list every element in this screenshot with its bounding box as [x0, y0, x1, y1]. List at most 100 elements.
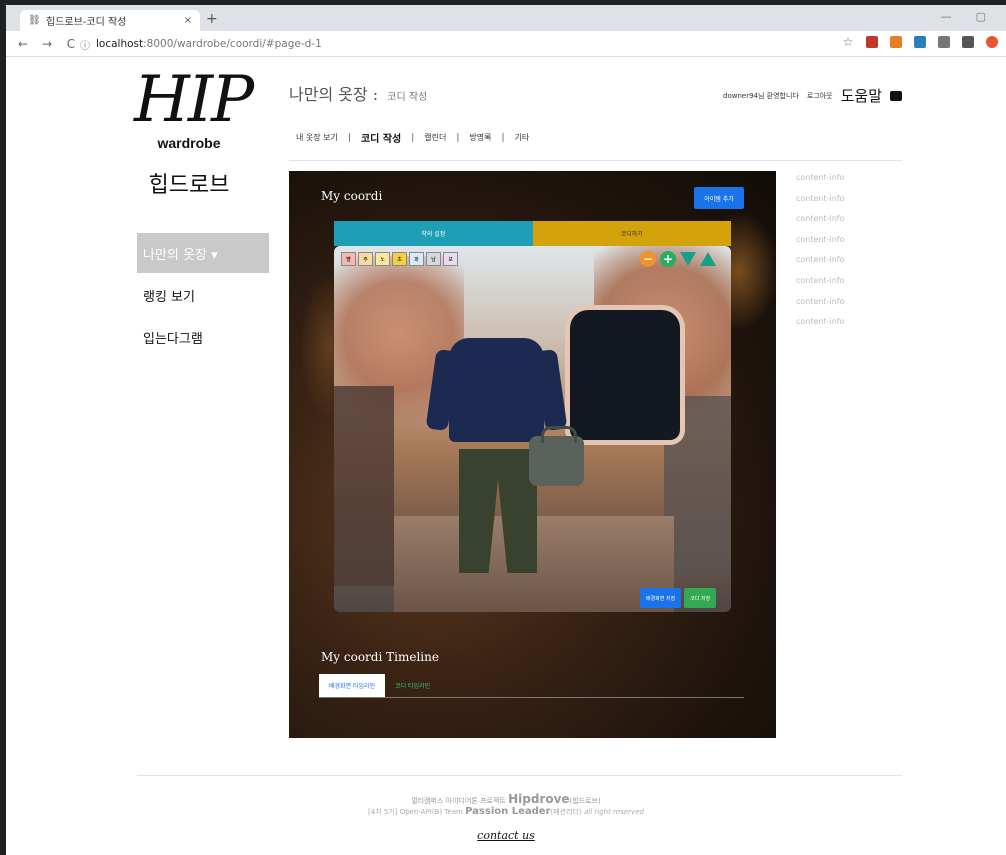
nav-separator: |	[347, 132, 351, 143]
color-filter-bar: 빨 주 노 초 파 남 보	[341, 252, 458, 266]
extension-orange-icon[interactable]	[890, 36, 902, 48]
nav-separator: |	[456, 132, 460, 143]
reload-button[interactable]: C	[64, 37, 78, 51]
leather-jacket-item[interactable]	[570, 310, 680, 440]
sidebar-item-ootd-gram[interactable]: 입는다그램	[137, 317, 269, 357]
save-coordi-button[interactable]: 코디 저장	[684, 588, 717, 608]
nav-calendar[interactable]: 캘린더	[424, 132, 446, 143]
content-info-item: content-info	[796, 296, 845, 306]
content-info-item: content-info	[796, 317, 845, 327]
tab-coordi-timeline[interactable]: 코디 타임라인	[385, 674, 440, 697]
content-info-list: content-info content-info content-info c…	[796, 173, 906, 338]
canvas-controls: − +	[640, 251, 716, 267]
footer-line-1: 멀티캠퍼스 아이디어톤 프로젝트 Hipdrove(힙드로브)	[6, 792, 1006, 806]
tab-title: 힙드로브-코디 작성	[46, 17, 127, 28]
hanger-icon: ⛓	[28, 14, 41, 26]
background-building	[334, 386, 394, 586]
nav-separator: |	[501, 132, 505, 143]
arrow-up-icon[interactable]	[700, 252, 716, 266]
nav-my-closet[interactable]: 내 옷장 보기	[296, 132, 338, 143]
bag-item[interactable]	[529, 426, 584, 486]
content-info-item: content-info	[796, 214, 845, 224]
page: HIP wardrobe 힙드로브 나만의 옷장 ▾ 랭킹 보기 입는다그램 나…	[6, 57, 1006, 855]
footer-rights: all right reserved	[583, 808, 644, 816]
maximize-icon[interactable]: ▢	[976, 10, 986, 23]
footer-brand-kr: (힙드로브)	[569, 797, 601, 805]
window-controls: — ▢	[941, 10, 986, 23]
header-divider	[289, 160, 902, 161]
timeline-tabs: 배경화면 타임라인 코디 타임라인	[319, 674, 744, 698]
coordi-title: My coordi	[321, 189, 383, 203]
nav-coordi-write[interactable]: 코디 작성	[361, 130, 401, 145]
color-navy-chip[interactable]: 남	[426, 252, 441, 266]
footer-brand: Hipdrove	[508, 792, 570, 806]
footer-team-prefix: [4차 5기] Open-API(B) Team	[368, 808, 463, 816]
screen-frame: ⛓ 힙드로브-코디 작성 × + — ▢ ← → C ⓘ localhost :…	[0, 0, 1006, 855]
extension-blue-icon[interactable]	[914, 36, 926, 48]
page-title-sub: 코디 작성	[387, 92, 428, 103]
back-button[interactable]: ←	[16, 37, 30, 51]
page-title-main: 나만의 옷장 :	[289, 85, 379, 104]
side-menu: 나만의 옷장 ▾ 랭킹 보기 입는다그램	[137, 233, 269, 357]
help-link[interactable]: 도움말	[841, 85, 882, 106]
footer-line-2: [4차 5기] Open-API(B) Team Passion Leader(…	[6, 806, 1006, 817]
contact-link[interactable]: contact us	[6, 829, 1006, 842]
zoom-out-icon[interactable]: −	[640, 251, 656, 267]
tab-background-timeline[interactable]: 배경화면 타임라인	[319, 674, 386, 697]
color-yellow-chip[interactable]: 노	[375, 252, 390, 266]
footer-team: Passion Leader	[465, 806, 551, 817]
color-green-chip[interactable]: 초	[392, 252, 407, 266]
browser-toolbar: ← → C ⓘ localhost :8000/wardrobe/coordi/…	[6, 31, 1006, 57]
user-area: downer94님 환영합니다 로그아웃 도움말	[723, 85, 903, 106]
footer-team-kr: (패션리더)	[550, 808, 582, 816]
top-nav: 내 옷장 보기 | 코디 작성 | 캘린더 | 방명록 | 기타	[296, 130, 530, 146]
logo-mark: HIP	[134, 63, 254, 137]
bookmark-star-icon[interactable]: ☆	[842, 36, 854, 48]
chat-icon[interactable]	[890, 90, 903, 101]
arrow-down-icon[interactable]	[680, 252, 696, 266]
add-item-button[interactable]: 아이템 추가	[694, 187, 744, 209]
color-purple-chip[interactable]: 보	[443, 252, 458, 266]
color-blue-chip[interactable]: 파	[409, 252, 424, 266]
extension-icons: ☆	[842, 36, 998, 48]
sidebar-item-ranking[interactable]: 랭킹 보기	[137, 275, 269, 315]
content-info-item: content-info	[796, 193, 845, 203]
page-title: 나만의 옷장 : 코디 작성	[289, 81, 427, 105]
extension-red-icon[interactable]	[866, 36, 878, 48]
coordi-canvas[interactable]: 빨 주 노 초 파 남 보 − + 배경화면 저장 코디 저장	[334, 246, 731, 612]
minimize-icon[interactable]: —	[941, 10, 952, 23]
coordi-tabs: 착의 설정 코디하기	[334, 221, 731, 246]
coordi-panel: My coordi 아이템 추가 착의 설정 코디하기 빨 주 노 초 파 남	[289, 171, 776, 738]
browser-tab[interactable]: ⛓ 힙드로브-코디 작성 ×	[20, 10, 200, 31]
info-icon[interactable]: ⓘ	[80, 37, 90, 52]
nav-guestbook[interactable]: 방명록	[469, 132, 491, 143]
zoom-in-icon[interactable]: +	[660, 251, 676, 267]
extension-camera-icon[interactable]	[938, 36, 950, 48]
tab-coordi[interactable]: 코디하기	[532, 221, 731, 246]
sidebar-item-my-closet[interactable]: 나만의 옷장 ▾	[137, 233, 269, 273]
logout-link[interactable]: 로그아웃	[807, 91, 833, 101]
url-host: localhost	[96, 38, 144, 50]
footer-divider	[137, 775, 902, 776]
tab-close-icon[interactable]: ×	[184, 15, 192, 26]
address-bar[interactable]: ⓘ localhost :8000/wardrobe/coordi/#page-…	[80, 34, 860, 54]
content-info-item: content-info	[796, 173, 845, 182]
navy-sweater-item[interactable]	[449, 338, 544, 442]
extension-misc-icon[interactable]	[962, 36, 974, 48]
save-background-button[interactable]: 배경화면 저장	[640, 588, 682, 608]
new-tab-button[interactable]: +	[206, 11, 218, 27]
color-red-chip[interactable]: 빨	[341, 252, 356, 266]
content-info-item: content-info	[796, 255, 845, 265]
tab-outfit-settings[interactable]: 착의 설정	[334, 221, 533, 246]
nav-etc[interactable]: 기타	[515, 132, 530, 143]
forward-button[interactable]: →	[40, 37, 54, 51]
color-orange-chip[interactable]: 주	[358, 252, 373, 266]
welcome-text: downer94님 환영합니다	[723, 91, 799, 100]
timeline-title: My coordi Timeline	[321, 650, 439, 664]
site-logo[interactable]: HIP wardrobe 힙드로브	[134, 63, 254, 199]
url-path: :8000/wardrobe/coordi/#page-d-1	[143, 38, 322, 50]
browser-tabstrip: ⛓ 힙드로브-코디 작성 × + — ▢	[6, 5, 1006, 31]
footer-project: 멀티캠퍼스 아이디어톤 프로젝트	[411, 797, 506, 805]
profile-avatar[interactable]	[986, 36, 998, 48]
content-info-item: content-info	[796, 234, 845, 244]
